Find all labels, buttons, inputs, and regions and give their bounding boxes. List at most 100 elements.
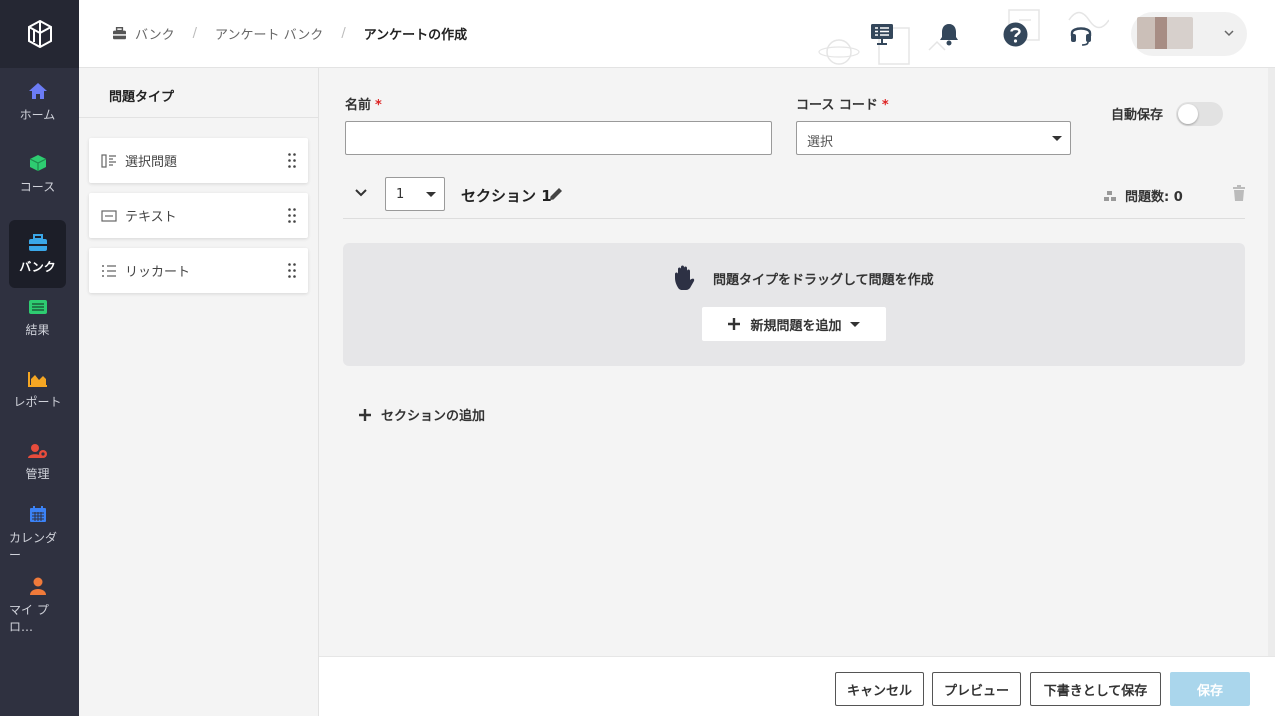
pencil-icon[interactable] [548,186,564,202]
user-gear-icon [27,443,47,458]
caret-down-icon [1052,136,1062,141]
nav-label-profile: マイ プロ… [9,603,49,634]
avatar [1137,17,1193,49]
section-title-text: セクション 1 [461,187,552,205]
add-section-button[interactable]: セクションの追加 [359,405,485,424]
list-icon [28,299,47,314]
preview-button[interactable]: プレビュー [932,672,1021,706]
course-code-select[interactable]: 選択 [796,121,1071,155]
drop-hint: 問題タイプをドラッグして問題を作成 [673,265,934,291]
nav-item-bank[interactable]: バンク [9,220,66,288]
question-dropzone[interactable]: 問題タイプをドラッグして問題を作成 新規問題を追加 [343,243,1245,366]
nav-label-reports: レポート [13,394,62,409]
course-code-placeholder: 選択 [807,135,834,150]
survey-editor: 名前 * コース コード * 選択 自動保存 1 セクション 1 問題数: 0 問題… [319,68,1275,656]
autosave-toggle[interactable] [1176,102,1223,126]
breadcrumb: バンク / アンケート バンク / アンケートの作成 [112,24,467,43]
home-icon [28,82,47,99]
action-footer: キャンセル プレビュー 下書きとして保存 保存 [319,656,1275,716]
bell-icon [940,24,958,46]
question-type-label: テキスト [125,210,177,225]
nav-item-home[interactable]: ホーム [9,68,66,136]
support-button[interactable] [1067,20,1095,48]
top-header: バンク / アンケート バンク / アンケートの作成 [79,0,1275,68]
drag-handle-icon[interactable] [288,263,296,278]
question-type-text[interactable]: テキスト [89,193,308,238]
nav-item-profile[interactable]: マイ プロ… [9,572,66,640]
save-button[interactable]: 保存 [1170,672,1250,706]
help-button[interactable] [1001,20,1029,48]
breadcrumb-bank[interactable]: バンク [135,24,175,43]
section-header: 1 セクション 1 問題数: 0 [343,175,1245,219]
nav-label-course: コース [19,179,56,194]
toggle-knob [1178,104,1198,124]
calendar-icon [29,506,46,522]
presentation-button[interactable] [868,20,896,48]
section-title: セクション 1 [461,185,552,206]
divider [79,117,319,118]
breadcrumb-current: アンケートの作成 [363,28,468,43]
section-number-select[interactable]: 1 [385,177,445,211]
nav-item-admin[interactable]: 管理 [9,428,66,496]
course-code-label: コース コード * [796,94,889,113]
app-logo[interactable] [0,0,79,68]
nav-item-reports[interactable]: レポート [9,356,66,424]
question-type-multiple-choice[interactable]: 選択問題 [89,138,308,183]
question-type-label: 選択問題 [125,155,178,170]
scrollbar[interactable] [1268,68,1275,656]
nav-label-bank: バンク [19,259,56,274]
user-menu[interactable] [1131,12,1247,56]
question-type-likert[interactable]: リッカート [89,248,308,293]
question-circle-icon [1003,22,1027,46]
save-draft-button[interactable]: 下書きとして保存 [1030,672,1161,706]
chevron-down-icon[interactable] [355,189,367,197]
notifications-button[interactable] [935,20,963,48]
likert-list-icon [102,264,116,277]
nav-item-calendar[interactable]: カレンダー [9,500,66,568]
autosave-label: 自動保存 [1111,108,1164,123]
add-question-label: 新規問題を追加 [750,318,842,334]
add-question-button[interactable]: 新規問題を追加 [702,307,886,341]
breadcrumb-separator: / [341,26,346,41]
toolbox-icon [28,233,47,251]
nav-item-results[interactable]: 結果 [9,284,66,352]
cube-icon [29,154,46,171]
plus-icon [728,318,741,330]
area-chart-icon [27,371,47,387]
question-count-text: 問題数: 0 [1125,190,1183,205]
chevron-down-icon [1224,30,1234,37]
section-number-value: 1 [396,187,405,202]
nav-label-calendar: カレンダー [9,531,58,562]
required-mark: * [375,98,382,113]
toolbox-icon [113,27,126,40]
plus-icon [359,408,371,421]
name-label: 名前 * [345,94,382,113]
question-type-label: リッカート [125,265,191,280]
nav-label-home: ホーム [19,107,56,122]
cancel-button[interactable]: キャンセル [835,672,924,706]
caret-down-icon [849,321,860,327]
drag-handle-icon[interactable] [288,153,296,168]
trash-icon[interactable] [1232,185,1246,201]
presentation-icon [871,24,893,45]
caret-down-icon [426,192,436,197]
required-mark: * [881,98,889,113]
drop-hint-text: 問題タイプをドラッグして問題を作成 [713,272,934,288]
person-icon [29,577,46,595]
course-code-label-text: コース コード [796,98,878,113]
question-count: 問題数: 0 [1103,186,1183,205]
nav-label-admin: 管理 [25,466,50,481]
multiple-choice-icon [101,153,116,168]
drag-handle-icon[interactable] [288,208,296,223]
headset-icon [1070,27,1092,46]
blocks-icon [1104,190,1116,201]
name-input[interactable] [345,121,772,155]
side-nav: ホーム コース バンク 結果 レポート 管理 カレンダー マイ プロ… [0,0,79,716]
hand-icon [675,265,695,290]
logo-icon [27,20,52,48]
breadcrumb-survey-bank[interactable]: アンケート バンク [215,24,323,43]
text-box-icon [101,209,117,222]
nav-item-course[interactable]: コース [9,140,66,208]
name-label-text: 名前 [345,98,372,113]
question-type-title: 問題タイプ [109,90,175,105]
